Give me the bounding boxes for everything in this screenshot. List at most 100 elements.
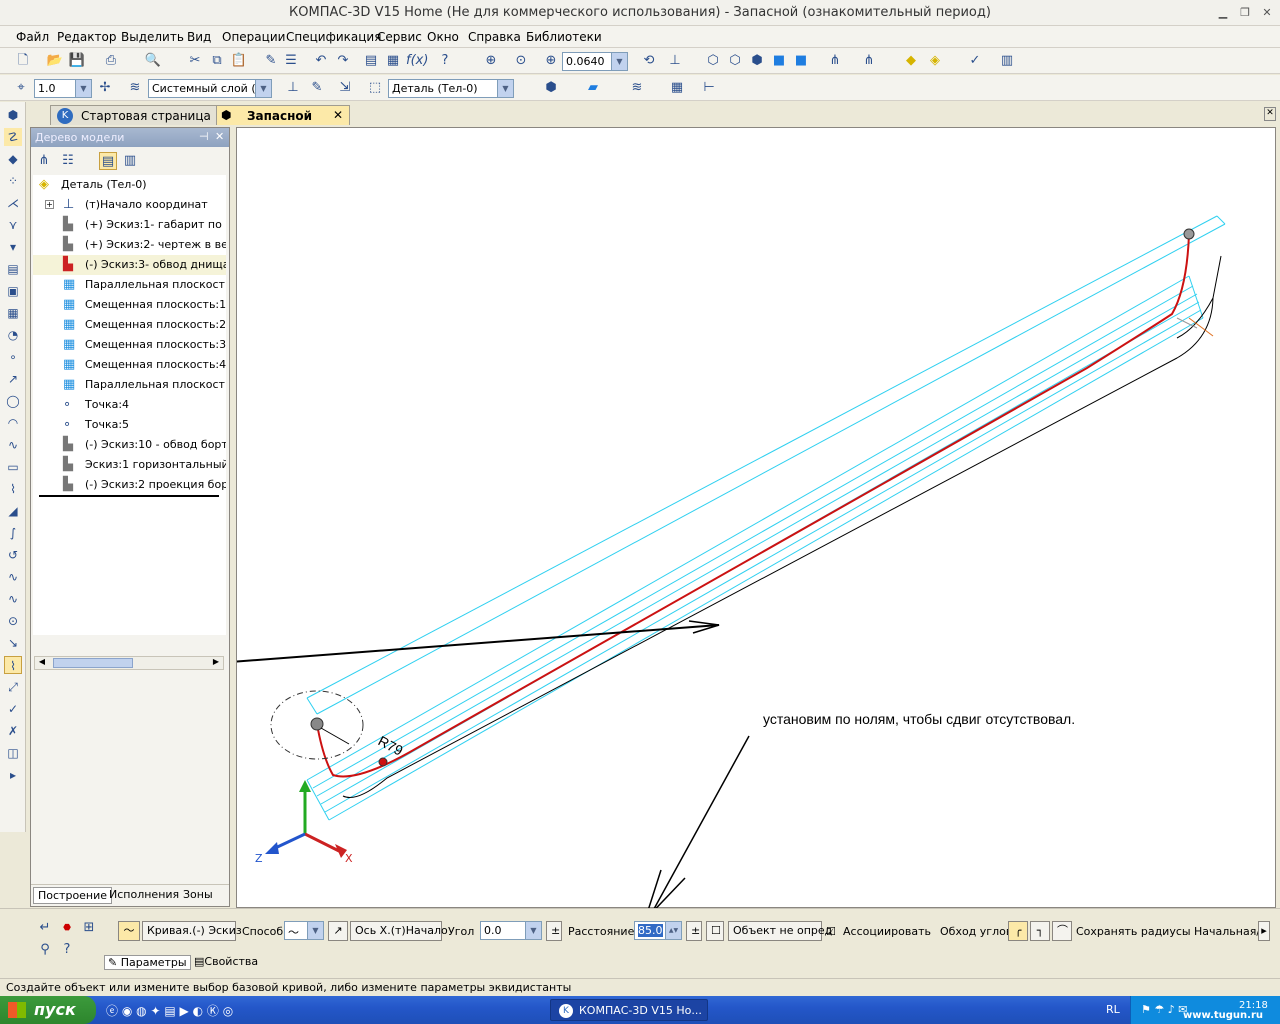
associate-checkbox-icon[interactable]: ☑	[826, 925, 836, 938]
close-panel-icon[interactable]: ✕	[215, 130, 224, 143]
fill-icon[interactable]: ◢	[4, 502, 22, 520]
dim-icon[interactable]: ⊢	[700, 79, 718, 97]
wireframe-icon[interactable]: ⬡	[704, 52, 722, 70]
menu-item[interactable]: Сервис	[377, 30, 422, 44]
zoom-window-icon[interactable]: ⊕	[482, 52, 500, 70]
layout-icon[interactable]: ▥	[998, 52, 1016, 70]
tree-order-icon[interactable]: ⋔	[35, 152, 53, 170]
model-viewport[interactable]: R79 установим по нолям, чтобы сдвиг отсу…	[18, 127, 1276, 923]
end-point-handle[interactable]	[1183, 228, 1195, 240]
cut-icon[interactable]: ✂	[186, 52, 204, 70]
zoom-in-icon[interactable]: ⊕	[542, 52, 560, 70]
line-icon[interactable]: ↗	[4, 370, 22, 388]
spiral-icon[interactable]: ↺	[4, 546, 22, 564]
halftone-icon[interactable]: ⬢	[748, 52, 766, 70]
spline-icon[interactable]: ∿	[4, 436, 22, 454]
menu-item[interactable]: Выделить	[121, 30, 184, 44]
copy-icon[interactable]: ⧉	[208, 52, 226, 70]
scroll-thumb[interactable]	[53, 658, 133, 668]
tray-icons[interactable]: ⚑ ☂ ♪ ✉	[1141, 1003, 1187, 1016]
tab-construction[interactable]: Построение	[33, 887, 113, 904]
direction-icon[interactable]: ↗	[328, 921, 348, 941]
distance-input[interactable]: 85.0 ▲▼	[634, 921, 682, 940]
surface-curve-icon[interactable]: ⤢	[4, 678, 22, 696]
sketch-tools-icon[interactable]: ☡	[4, 128, 22, 146]
spinner-icon[interactable]: ▲▼	[665, 922, 681, 939]
plus-minus-icon[interactable]: ±	[686, 921, 702, 941]
ortho-icon[interactable]: ✢	[96, 79, 114, 97]
restore-icon[interactable]: ❐	[1238, 6, 1252, 20]
chevron-down-icon[interactable]: ▼	[307, 922, 323, 939]
step-combo[interactable]: 1.0 ▼	[34, 79, 92, 98]
view-icon[interactable]: ⬢	[542, 79, 560, 97]
menu-item[interactable]: Спецификация	[286, 30, 381, 44]
tree-item[interactable]: ▙ (-) Эскиз:2 проекция борта	[33, 475, 226, 495]
zoom-combo[interactable]: 0.0640 ▼	[562, 52, 628, 71]
close-icon[interactable]: ✕	[1260, 6, 1274, 20]
spec-icon[interactable]: ▤	[4, 260, 22, 278]
help-cursor-icon[interactable]: ?	[436, 52, 454, 70]
preview-icon[interactable]: 🔍	[144, 52, 162, 70]
snap-icon[interactable]: ✓	[966, 52, 984, 70]
hidden-lines-icon[interactable]: ⬡	[726, 52, 744, 70]
menu-item[interactable]: Редактор	[57, 30, 116, 44]
notepad-icon[interactable]: ▤	[164, 1004, 175, 1018]
create-object-icon[interactable]: ↵	[36, 919, 54, 937]
orient-icon[interactable]: ⊥	[666, 52, 684, 70]
tree-item[interactable]: ▙ (+) Эскиз:2- чертеж в верт	[33, 235, 226, 255]
plus-minus-icon[interactable]: ±	[546, 921, 562, 941]
tree-item[interactable]: ◈ Деталь (Тел-0)	[33, 175, 226, 195]
save-icon[interactable]: 💾	[68, 52, 86, 70]
tree-icon[interactable]: ⋔	[826, 52, 844, 70]
tree-info-icon[interactable]: ▥	[121, 152, 139, 170]
redo-icon[interactable]: ↷	[334, 52, 352, 70]
player-icon[interactable]: ▶	[180, 1004, 189, 1018]
object-button[interactable]: Объект не опред	[728, 921, 832, 941]
part-tools-icon[interactable]: ⬢	[4, 106, 22, 124]
chevron-down-icon[interactable]: ▼	[75, 80, 91, 97]
tab-properties[interactable]: ▤Свойства	[194, 955, 258, 968]
kompas-icon[interactable]: Ⓚ	[207, 1004, 219, 1018]
array-icon[interactable]: ⁘	[4, 172, 22, 190]
tab-parameters[interactable]: ✎ Параметры	[104, 955, 191, 970]
style-icon[interactable]: ✓	[4, 700, 22, 718]
tree-item[interactable]: ▦ Смещенная плоскость:4	[33, 355, 226, 375]
offset-curve-icon[interactable]: ∿	[4, 590, 22, 608]
new-file-icon[interactable]: 🗋	[14, 52, 32, 70]
ie-icon[interactable]: ⓔ	[106, 1004, 118, 1018]
tree-item[interactable]: ▙ (-) Эскиз:10 - обвод борта	[33, 435, 226, 455]
color-icon[interactable]: ▰	[584, 79, 602, 97]
equidistant-icon[interactable]: ⌇	[4, 656, 22, 674]
filter-icon[interactable]: ⋔	[860, 52, 878, 70]
func-icon[interactable]: ∫	[4, 524, 22, 542]
chrome-icon[interactable]: ◎	[223, 1004, 233, 1018]
tree-item[interactable]: ▦ Параллельная плоскость: в	[33, 375, 226, 395]
round-corner-icon[interactable]: ╭	[1008, 921, 1028, 941]
close-tab-icon[interactable]: ✕	[333, 108, 343, 122]
tree-item[interactable]: ▙ (-) Эскиз:3- обвод днища в	[33, 255, 226, 275]
connect-icon[interactable]: ↘	[4, 634, 22, 652]
firefox-icon[interactable]: ◍	[136, 1004, 146, 1018]
tree-item[interactable]: ∘ Точка:4	[33, 395, 226, 415]
part-combo[interactable]: Деталь (Тел-0) ▼	[388, 79, 514, 98]
aim-icon[interactable]: ◉	[122, 1004, 132, 1018]
chevron-down-icon[interactable]: ▼	[525, 922, 541, 939]
tree-item[interactable]: ▙ Эскиз:1 горизонтальный че	[33, 455, 226, 475]
help-icon[interactable]: ?	[58, 941, 76, 959]
manager-icon[interactable]: ▤	[362, 52, 380, 70]
sheet-icon[interactable]: ▦	[4, 304, 22, 322]
sharp-corner-icon[interactable]: ┐	[1030, 921, 1050, 941]
tree-item[interactable]: ▦ Смещенная плоскость:2	[33, 315, 226, 335]
project-icon[interactable]: ⊙	[4, 612, 22, 630]
tree-item[interactable]: + ⊥ (т)Начало координат	[33, 195, 226, 215]
fold-icon[interactable]: ◫	[4, 744, 22, 762]
tree-item[interactable]: ▦ Смещенная плоскость:1	[33, 295, 226, 315]
tree-item[interactable]: ▦ Параллельная плоскость: к	[33, 275, 226, 295]
part-icon[interactable]: ◆	[902, 52, 920, 70]
polyline-icon[interactable]: ⌇	[4, 480, 22, 498]
layer-icon[interactable]: ≋	[126, 79, 144, 97]
tree-scrollbar[interactable]: ◀ ▶	[34, 656, 224, 670]
chevron-down-icon[interactable]: ▼	[611, 53, 627, 70]
calc-icon[interactable]: ▦	[384, 52, 402, 70]
taskbar-button-kompas[interactable]: K КОМПАС-3D V15 Но...	[550, 999, 708, 1021]
